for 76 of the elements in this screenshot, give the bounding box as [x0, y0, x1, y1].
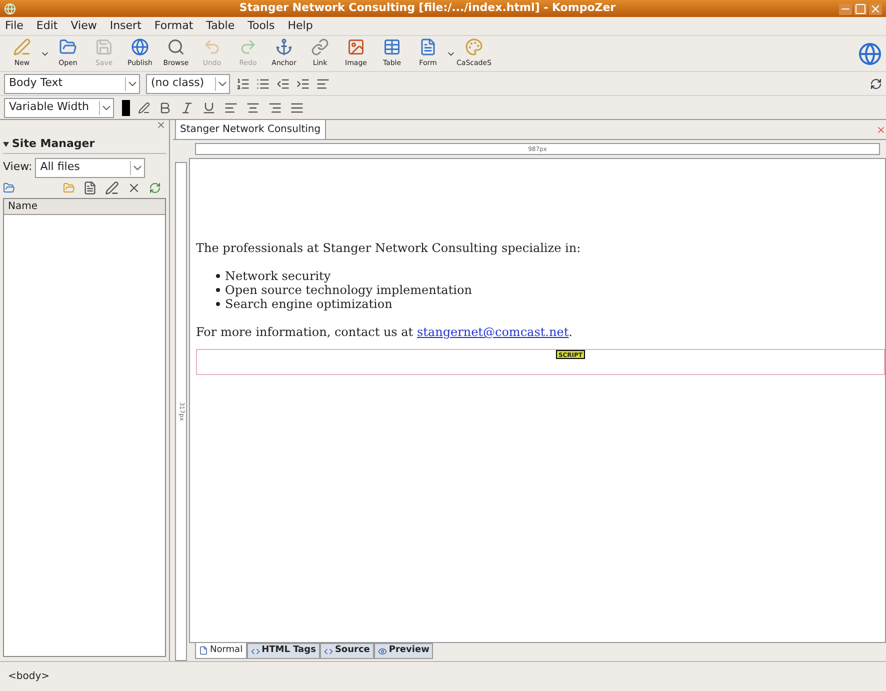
- image-icon: [347, 38, 365, 56]
- bullet-icon: [216, 274, 220, 278]
- redo-icon: [239, 38, 257, 56]
- paragraph: For more information, contact us at stangernet@comcast.net.: [196, 324, 574, 341]
- color-swatch[interactable]: [122, 100, 130, 116]
- form-icon: [419, 38, 437, 56]
- menu-item[interactable]: Table: [206, 18, 235, 34]
- menu-item[interactable]: View: [70, 18, 97, 34]
- palette-icon: [465, 38, 483, 56]
- refresh-icon[interactable]: [870, 78, 882, 90]
- caret-icon: [125, 76, 139, 90]
- align-right-icon[interactable]: [268, 100, 282, 114]
- bullet-item: Open source technology implementation: [225, 283, 472, 297]
- tab-icon: [250, 646, 260, 656]
- menu-item[interactable]: Edit: [36, 18, 58, 34]
- panel-title: Site Manager: [12, 136, 95, 152]
- view-dropdown[interactable]: All files: [35, 158, 146, 178]
- numbered-list-icon[interactable]: [236, 76, 250, 90]
- view-label: View:: [3, 159, 32, 176]
- bullet-icon: [216, 288, 220, 292]
- tab-icon: [199, 646, 208, 655]
- bullet-list-icon[interactable]: [256, 76, 270, 90]
- file-icon[interactable]: [83, 180, 97, 194]
- align-center-icon[interactable]: [246, 100, 260, 114]
- anchor-icon: [275, 38, 293, 56]
- paragraph-format-dropdown[interactable]: Body Text: [4, 74, 140, 94]
- menu-item[interactable]: File: [5, 18, 24, 34]
- status-bar-text: <body>: [8, 670, 50, 684]
- menu-item[interactable]: Tools: [248, 18, 275, 34]
- magnifier-icon: [167, 38, 185, 56]
- email-link[interactable]: stangernet@comcast.net: [416, 325, 569, 339]
- folder-icon[interactable]: [3, 182, 15, 194]
- underline-icon[interactable]: [202, 100, 216, 114]
- undo-icon: [203, 38, 221, 56]
- close-button[interactable]: [869, 2, 882, 14]
- outdent-icon[interactable]: [276, 76, 290, 90]
- menu-item[interactable]: Insert: [110, 18, 142, 34]
- collapse-triangle-icon[interactable]: [3, 142, 9, 147]
- close-icon[interactable]: [156, 120, 166, 130]
- class-dropdown[interactable]: (no class): [146, 74, 230, 94]
- document-tab[interactable]: Stanger Network Consulting: [175, 119, 326, 139]
- caret-icon: [130, 160, 144, 174]
- view-tab[interactable]: Source: [320, 643, 374, 659]
- font-dropdown[interactable]: Variable Width: [4, 98, 114, 118]
- menu-item[interactable]: Format: [154, 18, 194, 34]
- bold-icon[interactable]: [158, 100, 172, 114]
- pen-icon: [13, 38, 31, 56]
- view-tab[interactable]: Normal: [195, 643, 247, 659]
- window-title: Stanger Network Consulting [file:/.../index.html] - KompoZer: [238, 0, 617, 16]
- align-icon[interactable]: [316, 76, 330, 90]
- italic-icon[interactable]: [180, 100, 194, 114]
- close-icon[interactable]: [876, 125, 886, 135]
- link-icon: [311, 38, 329, 56]
- column-header[interactable]: Name: [4, 198, 165, 214]
- folder-icon: [59, 38, 77, 56]
- caret-icon: [215, 76, 229, 90]
- maximize-button[interactable]: [854, 2, 867, 14]
- bullet-icon: [216, 302, 220, 306]
- menu-item[interactable]: Help: [288, 18, 313, 34]
- justify-icon[interactable]: [290, 100, 304, 114]
- tab-icon: [324, 646, 333, 656]
- minimize-button[interactable]: [839, 2, 852, 14]
- view-tab[interactable]: Preview: [374, 643, 434, 659]
- paragraph: The professionals at Stanger Network Consulting specialize in:: [196, 240, 582, 257]
- caret-icon: [99, 100, 113, 114]
- app-icon: [4, 2, 16, 14]
- view-tab[interactable]: HTML Tags: [246, 643, 320, 659]
- edit-icon[interactable]: [105, 180, 119, 194]
- tab-icon: [378, 646, 387, 656]
- globe-icon: [858, 42, 882, 66]
- table-icon: [383, 38, 401, 56]
- bullet-item: Network security: [225, 269, 331, 283]
- bullet-item: Search engine optimization: [225, 297, 392, 311]
- align-left-icon[interactable]: [224, 100, 238, 114]
- globe-icon: [131, 38, 149, 56]
- indent-icon[interactable]: [296, 76, 310, 90]
